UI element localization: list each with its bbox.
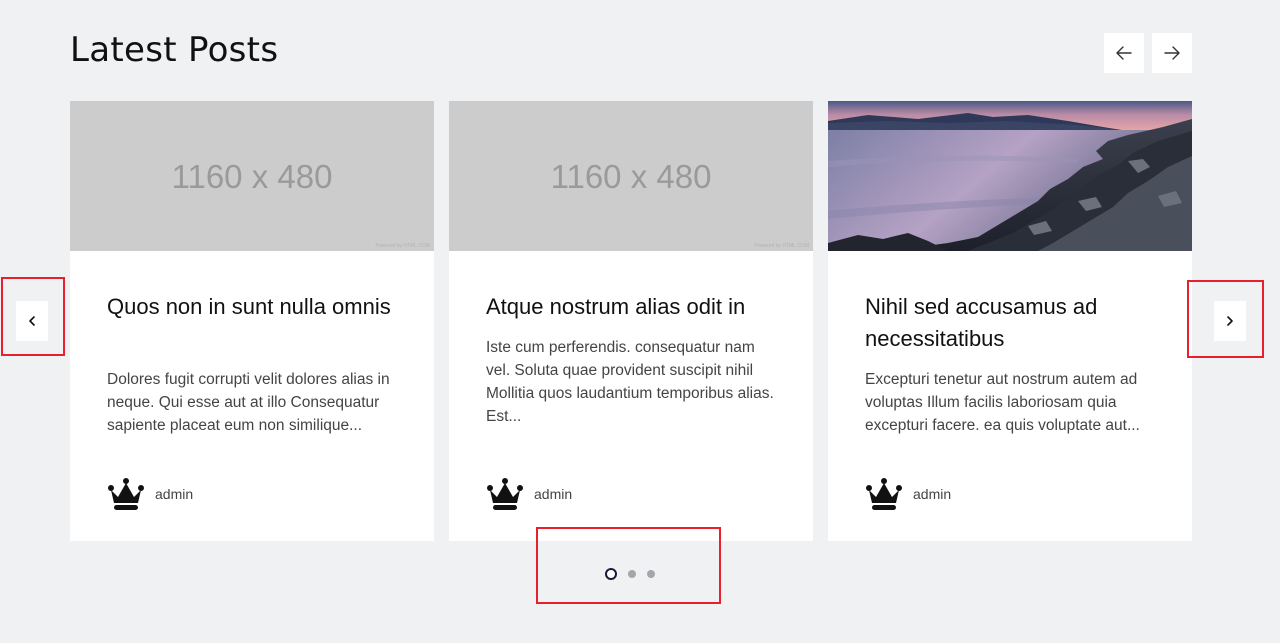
author-name[interactable]: admin xyxy=(913,486,951,502)
post-author[interactable]: admin xyxy=(865,477,951,511)
carousel-prev-button[interactable] xyxy=(16,301,48,341)
post-author[interactable]: admin xyxy=(107,477,193,511)
pagination-dot-2[interactable] xyxy=(628,570,636,578)
post-title[interactable]: Atque nostrum alias odit in xyxy=(486,291,786,323)
post-thumbnail-image[interactable] xyxy=(828,101,1192,251)
post-thumbnail-placeholder[interactable]: 1160 x 480 Powered by HTML.COM xyxy=(449,101,813,251)
carousel-pagination xyxy=(605,568,666,580)
arrow-left-icon xyxy=(1116,46,1132,60)
post-author[interactable]: admin xyxy=(486,477,572,511)
placeholder-dimensions-text: 1160 x 480 xyxy=(550,158,712,195)
post-excerpt: Iste cum perferendis. consequatur nam ve… xyxy=(486,339,774,425)
section-title: Latest Posts xyxy=(70,30,279,70)
post-title[interactable]: Nihil sed accusamus ad necessitatibus xyxy=(865,291,1165,355)
arrow-right-icon xyxy=(1164,46,1180,60)
sunset-lake-rocks-photo xyxy=(828,101,1192,251)
post-card[interactable]: 1160 x 480 Powered by HTML.COM Quos non … xyxy=(70,101,434,541)
chevron-left-icon xyxy=(29,316,35,326)
post-card[interactable]: Nihil sed accusamus ad necessitatibus Ex… xyxy=(828,101,1192,541)
post-card[interactable]: 1160 x 480 Powered by HTML.COM Atque nos… xyxy=(449,101,813,541)
author-name[interactable]: admin xyxy=(155,486,193,502)
post-excerpt: Dolores fugit corrupti velit dolores ali… xyxy=(107,371,390,434)
crown-icon xyxy=(487,478,523,510)
placeholder-credit: Powered by HTML.COM xyxy=(375,243,430,249)
placeholder-dimensions-text: 1160 x 480 xyxy=(171,158,333,195)
top-prev-button[interactable] xyxy=(1104,33,1144,73)
pagination-dot-3[interactable] xyxy=(647,570,655,578)
chevron-right-icon xyxy=(1227,316,1233,326)
pagination-dot-1[interactable] xyxy=(605,568,617,580)
post-thumbnail-placeholder[interactable]: 1160 x 480 Powered by HTML.COM xyxy=(70,101,434,251)
author-name[interactable]: admin xyxy=(534,486,572,502)
crown-icon xyxy=(866,478,902,510)
placeholder-credit: Powered by HTML.COM xyxy=(754,243,809,249)
top-next-button[interactable] xyxy=(1152,33,1192,73)
post-title[interactable]: Quos non in sunt nulla omnis xyxy=(107,291,407,323)
carousel-next-button[interactable] xyxy=(1214,301,1246,341)
crown-icon xyxy=(108,478,144,510)
post-excerpt: Excepturi tenetur aut nostrum autem ad v… xyxy=(865,371,1140,434)
